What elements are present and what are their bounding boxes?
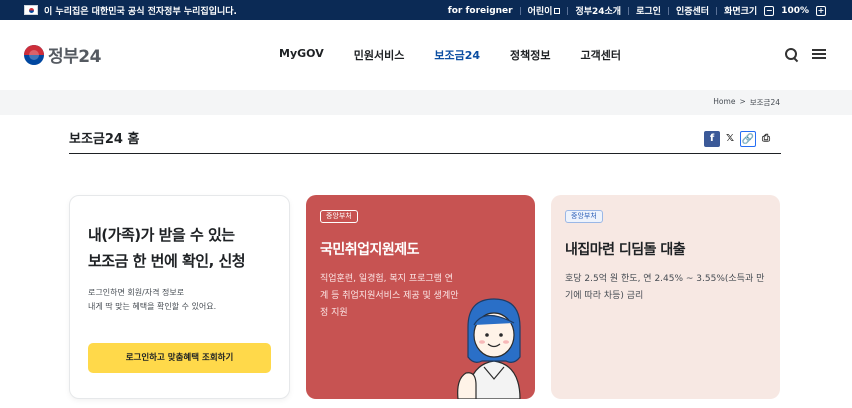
ministry-badge: 중앙부처 (320, 210, 358, 223)
header-actions (784, 47, 826, 61)
taeguk-logo-icon (24, 44, 44, 65)
x-share-icon[interactable]: 𝕏 (722, 131, 738, 147)
loan-card-title: 내집마련 디딤돌 대출 (565, 242, 686, 258)
external-link-icon (554, 8, 561, 14)
job-card-description: 직업훈련, 일경험, 복지 프로그램 연계 등 취업지원서비스 제공 및 생계안… (320, 274, 459, 318)
character-illustration (457, 298, 521, 399)
main-nav: MyGOV 민원서비스 보조금24 정책정보 고객센터 (264, 47, 636, 63)
breadcrumb: Home > 보조금24 (713, 97, 780, 108)
intro-title-line2: 보조금 한 번에 확인, 신청 (88, 252, 246, 270)
copy-link-icon[interactable]: 🔗 (740, 131, 756, 147)
search-icon[interactable] (784, 47, 798, 61)
nav-mygov[interactable]: MyGOV (264, 47, 339, 63)
loan-card-description: 호당 2.5억 원 한도, 연 2.45% ~ 3.55%(소득과 만기에 따라… (565, 274, 765, 301)
intro-description: 로그인하면 회원/자격 정보로 내게 딱 맞는 혜택을 확인할 수 있어요. (88, 286, 216, 314)
job-support-card[interactable]: 중앙부처 국민취업지원제도 직업훈련, 일경험, 복지 프로그램 연계 등 취업… (306, 195, 535, 399)
nav-subsidy24[interactable]: 보조금24 (419, 47, 495, 63)
kids-link[interactable]: 어린이 (528, 4, 561, 17)
korea-flag-icon (24, 5, 38, 15)
nav-policy-info[interactable]: 정책정보 (495, 47, 565, 63)
gov-banner: 이 누리집은 대한민국 공식 전자정부 누리집입니다. for foreigne… (0, 0, 852, 20)
job-card-title: 국민취업지원제도 (320, 242, 420, 258)
title-divider (69, 153, 781, 154)
cert-center-link[interactable]: 인증센터 (676, 4, 709, 17)
print-icon[interactable]: ⎙ (758, 131, 774, 147)
housing-loan-card[interactable]: 중앙부처 내집마련 디딤돌 대출 호당 2.5억 원 한도, 연 2.45% ~… (551, 195, 780, 399)
divider (567, 6, 569, 15)
nav-customer-center[interactable]: 고객센터 (565, 47, 635, 63)
zoom-out-button[interactable]: − (764, 5, 775, 16)
about-link[interactable]: 정부24소개 (575, 4, 621, 17)
divider (716, 6, 718, 15)
divider (519, 6, 521, 15)
breadcrumb-band: Home > 보조금24 (0, 90, 852, 115)
zoom-in-button[interactable]: + (816, 5, 826, 16)
zoom-label: 화면크기 (724, 7, 758, 17)
site-logo[interactable]: 정부24 (24, 42, 101, 67)
gov-notice: 이 누리집은 대한민국 공식 전자정부 누리집입니다. (44, 7, 237, 17)
login-link[interactable]: 로그인 (636, 4, 661, 17)
login-benefit-button[interactable]: 로그인하고 맞춤혜택 조회하기 (88, 343, 271, 373)
breadcrumb-separator: > (739, 97, 746, 106)
divider (628, 6, 630, 15)
foreigner-link[interactable]: for foreigner (448, 6, 513, 16)
logo-text: 정부24 (48, 47, 101, 67)
divider (667, 6, 669, 15)
personal-benefit-card: 내(가족)가 받을 수 있는 보조금 한 번에 확인, 신청 로그인하면 회원/… (69, 195, 290, 399)
page-title: 보조금24 홈 (69, 132, 140, 147)
intro-desc-line1: 로그인하면 회원/자격 정보로 (88, 288, 185, 297)
intro-title-line1: 내(가족)가 받을 수 있는 (88, 226, 235, 244)
share-tools: f 𝕏 🔗 ⎙ (704, 131, 774, 147)
kids-link-label: 어린이 (527, 7, 553, 17)
ministry-badge: 중앙부처 (565, 210, 603, 223)
zoom-value: 100% (781, 5, 809, 16)
nav-civil-service[interactable]: 민원서비스 (339, 47, 420, 63)
facebook-share-icon[interactable]: f (704, 131, 720, 147)
breadcrumb-current: 보조금24 (749, 98, 780, 107)
site-header: 정부24 MyGOV 민원서비스 보조금24 정책정보 고객센터 (0, 20, 852, 90)
intro-desc-line2: 내게 딱 맞는 혜택을 확인할 수 있어요. (88, 302, 217, 311)
utility-menu: for foreigner 어린이 정부24소개 로그인 인증센터 화면크기 −… (448, 4, 826, 17)
intro-title: 내(가족)가 받을 수 있는 보조금 한 번에 확인, 신청 (88, 222, 246, 274)
breadcrumb-home[interactable]: Home (713, 97, 735, 108)
hamburger-menu-icon[interactable] (812, 47, 826, 61)
